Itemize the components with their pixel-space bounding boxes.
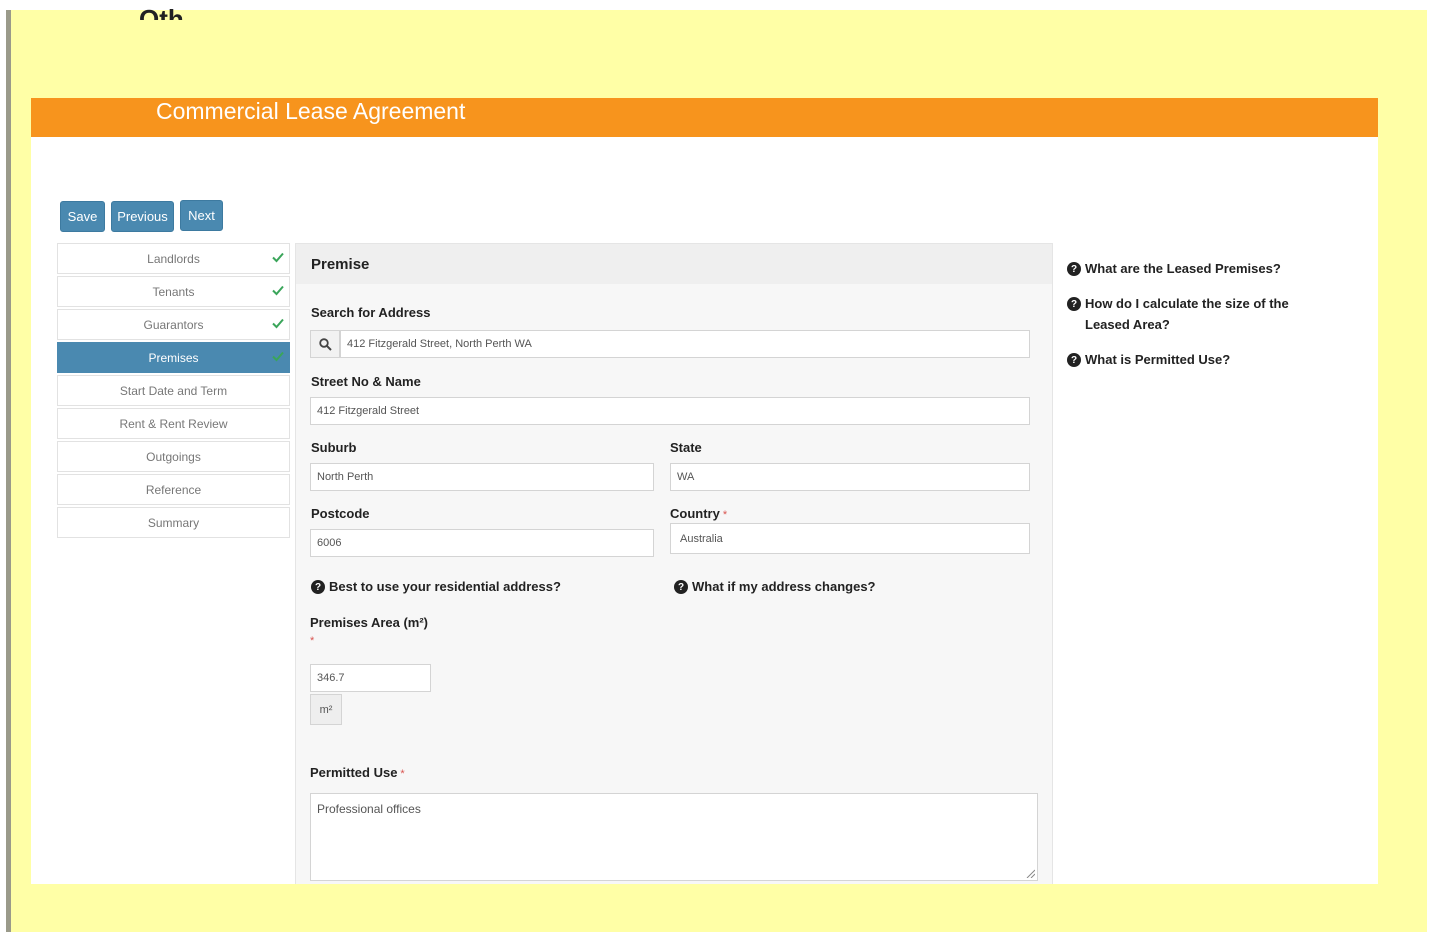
- question-circle-icon: ?: [1067, 262, 1081, 276]
- check-icon: [272, 351, 284, 362]
- help-leased-premises[interactable]: ? What are the Leased Premises?: [1067, 258, 1297, 279]
- permitted-use-textarea[interactable]: Professional offices: [310, 793, 1038, 881]
- premises-area-label: Premises Area (m²): [310, 615, 429, 630]
- help-leased-premises-text: What are the Leased Premises?: [1085, 261, 1281, 276]
- search-address-label: Search for Address: [311, 305, 431, 320]
- required-mark: *: [400, 768, 405, 780]
- suburb-input[interactable]: North Perth: [310, 463, 654, 491]
- search-addon[interactable]: [310, 330, 340, 358]
- step-label: Guarantors: [143, 317, 204, 332]
- panel-title: Premise: [311, 256, 370, 273]
- required-mark: *: [310, 635, 315, 647]
- title-banner: Commercial Lease Agreement: [31, 98, 1378, 137]
- app-window: Commercial Lease Agreement Save Previous…: [31, 98, 1378, 884]
- step-outgoings[interactable]: Outgoings: [57, 441, 290, 472]
- previous-button[interactable]: Previous: [111, 201, 174, 232]
- step-summary[interactable]: Summary: [57, 507, 290, 538]
- help-calculate-area-text: How do I calculate the size of the Lease…: [1085, 296, 1289, 332]
- permitted-use-label: Permitted Use *: [310, 765, 405, 780]
- area-unit-addon: m²: [310, 694, 342, 725]
- country-select[interactable]: Australia: [670, 523, 1030, 554]
- postcode-label: Postcode: [311, 506, 370, 521]
- save-button[interactable]: Save: [60, 201, 105, 232]
- side-help-links: ? What are the Leased Premises? ? How do…: [1067, 258, 1297, 384]
- help-permitted-use-text: What is Permitted Use?: [1085, 352, 1231, 367]
- step-landlords[interactable]: Landlords: [57, 243, 290, 274]
- check-icon: [272, 318, 284, 329]
- question-circle-icon: ?: [311, 580, 325, 594]
- help-residential-text: Best to use your residential address?: [329, 579, 561, 594]
- app-title: Commercial Lease Agreement: [156, 98, 466, 124]
- step-start-date-term[interactable]: Start Date and Term: [57, 375, 290, 406]
- state-input[interactable]: WA: [670, 463, 1030, 491]
- check-icon: [272, 285, 284, 296]
- step-nav: Landlords Tenants Guarantors Premises St…: [57, 243, 290, 540]
- country-label-text: Country: [670, 506, 720, 521]
- check-icon: [272, 252, 284, 263]
- step-tenants[interactable]: Tenants: [57, 276, 290, 307]
- help-permitted-use[interactable]: ? What is Permitted Use?: [1067, 349, 1297, 370]
- step-label: Reference: [145, 482, 202, 497]
- panel-header: Premise: [296, 244, 1052, 284]
- next-button[interactable]: Next: [180, 200, 223, 231]
- resize-handle-icon[interactable]: [1025, 868, 1035, 878]
- cut-off-heading: Oth: [139, 6, 184, 20]
- question-circle-icon: ?: [1067, 353, 1081, 367]
- postcode-input[interactable]: 6006: [310, 529, 654, 557]
- step-rent-review[interactable]: Rent & Rent Review: [57, 408, 290, 439]
- question-circle-icon: ?: [1067, 297, 1081, 311]
- step-label: Landlords: [147, 251, 200, 266]
- step-label: Rent & Rent Review: [119, 416, 228, 431]
- search-icon: [318, 337, 332, 351]
- step-premises[interactable]: Premises: [57, 342, 290, 373]
- state-label: State: [670, 440, 702, 455]
- step-reference[interactable]: Reference: [57, 474, 290, 505]
- help-address-changes[interactable]: ? What if my address changes?: [674, 579, 876, 594]
- search-address-input[interactable]: 412 Fitzgerald Street, North Perth WA: [340, 330, 1030, 358]
- step-label: Tenants: [152, 284, 195, 299]
- question-circle-icon: ?: [674, 580, 688, 594]
- step-label: Summary: [147, 515, 200, 530]
- help-changes-text: What if my address changes?: [692, 579, 876, 594]
- step-label: Start Date and Term: [119, 383, 228, 398]
- help-calculate-area[interactable]: ? How do I calculate the size of the Lea…: [1067, 293, 1297, 335]
- step-label: Premises: [148, 350, 199, 365]
- permitted-use-value: Professional offices: [317, 802, 421, 816]
- step-label: Outgoings: [146, 449, 201, 464]
- premises-area-input[interactable]: 346.7: [310, 664, 431, 692]
- suburb-label: Suburb: [311, 440, 357, 455]
- premise-form-panel: Premise Search for Address 412 Fitzgeral…: [295, 243, 1053, 884]
- step-guarantors[interactable]: Guarantors: [57, 309, 290, 340]
- country-label: Country *: [670, 506, 727, 521]
- street-label: Street No & Name: [311, 374, 421, 389]
- required-mark: *: [722, 509, 728, 521]
- permitted-label-text: Permitted Use: [310, 765, 398, 780]
- help-residential-address[interactable]: ? Best to use your residential address?: [311, 579, 561, 594]
- street-input[interactable]: 412 Fitzgerald Street: [310, 397, 1030, 425]
